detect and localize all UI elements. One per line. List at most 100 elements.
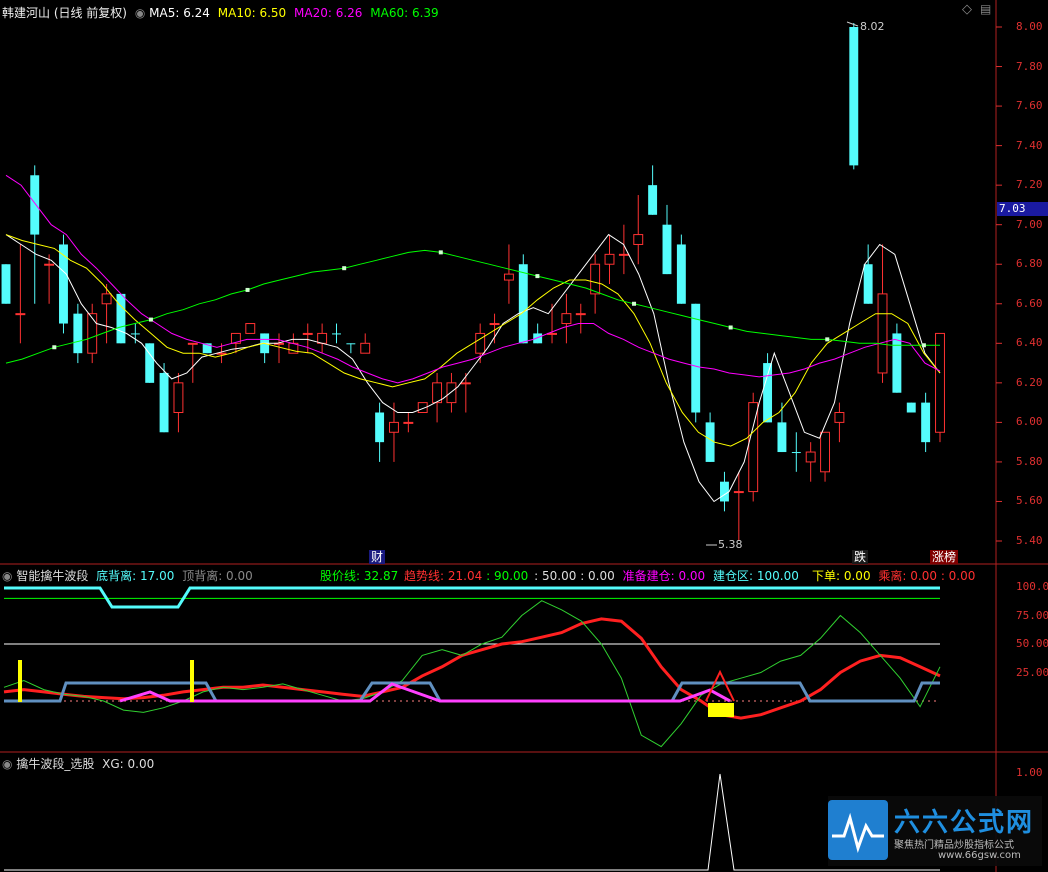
ma10-label: MA10: 6.50 (217, 6, 287, 20)
candle-body-up (446, 382, 457, 404)
candle-body-up (633, 234, 644, 245)
candle-body-down (791, 452, 801, 454)
v90-label: : 90.00 (486, 569, 529, 583)
candle-body-down (332, 333, 341, 335)
candle-body-up (216, 352, 227, 355)
panel3-toggle-icon[interactable]: ◉ (2, 757, 12, 771)
candle-body-down (676, 244, 686, 304)
p2-price-line (3, 600, 941, 748)
finance-badge[interactable]: 财 (369, 550, 386, 564)
candle-body-up (935, 332, 945, 433)
p2-order-block (708, 703, 734, 717)
candle-body-up (87, 313, 98, 354)
candle-body-down (863, 264, 873, 304)
ma60-marker (438, 250, 443, 255)
candle-body-down (906, 402, 916, 413)
current-price-box: 7.03 (997, 202, 1048, 216)
ma20-label: MA20: 6.26 (294, 6, 363, 20)
p2-trend-line (3, 617, 941, 720)
price-axis-tick: 6.60 (1016, 296, 1043, 310)
price-axis-tick: 7.00 (1016, 217, 1043, 231)
panel2-header: ◉ 智能擒牛波段 底背离: 17.00 顶背离: 0.00 (2, 567, 253, 584)
main-header: 韩建河山 (日线 前复权) ◉ MA5: 6.24 MA10: 6.50 MA2… (2, 4, 439, 21)
candle-body-up (360, 342, 371, 354)
candle-body-down (59, 244, 68, 324)
panel2-axis-tick: 100.0 (1016, 580, 1048, 593)
price-axis-tick: 6.40 (1016, 336, 1043, 350)
watermark-title: 六六公式网 (894, 808, 1035, 838)
menu-icon[interactable]: ▤ (980, 2, 991, 16)
xiadan-label: 下单: 0.00 (812, 569, 871, 583)
candle-body-down (921, 402, 931, 443)
diamond-icon[interactable]: ◇ (962, 2, 972, 17)
panel2-title[interactable]: 智能擒牛波段 (16, 569, 88, 583)
price-axis-tick: 6.80 (1016, 257, 1043, 271)
high-pointer (846, 21, 859, 27)
watermark-logo-icon (828, 800, 888, 860)
zhunbei-label: 准备建仓: 0.00 (622, 569, 706, 583)
candle-body-down (763, 363, 773, 423)
price-axis-tick: 7.20 (1016, 178, 1043, 192)
ma60-marker (342, 266, 347, 271)
panel3-axis-tick: 1.00 (1016, 766, 1043, 779)
candle-body-down (777, 422, 787, 453)
candle-body-up (101, 293, 112, 305)
xg-label: XG: 0.00 (102, 757, 155, 771)
candle-body-down (116, 293, 126, 344)
price-axis-tick: 7.60 (1016, 99, 1043, 113)
candle-body-up (173, 382, 184, 414)
panel2-axis-tick: 25.00 (1016, 665, 1048, 679)
candle-body-up (245, 323, 256, 334)
candle-body-up (733, 491, 744, 494)
price-axis-tick: 5.40 (1016, 534, 1043, 547)
candle-body-up (187, 342, 198, 345)
ma10-line (5, 234, 941, 447)
candle-body-up (403, 421, 414, 424)
panel2-values: 股价线: 32.87 趋势线: 21.04 : 90.00 : 50.00 : … (320, 567, 799, 584)
qushixian-label: 趋势线: 21.04 (404, 569, 483, 583)
jiancang-label: 建仓区: 100.00 (713, 569, 799, 583)
watermark-url: www.66gsw.com (938, 850, 1021, 861)
price-axis-tick: 6.20 (1016, 375, 1043, 389)
stock-title[interactable]: 韩建河山 (日线 前复权) (2, 6, 127, 20)
price-axis-tick: 8.00 (1016, 20, 1043, 33)
dibeili-label: 底背离: 17.00 (96, 569, 175, 583)
panel3-header: ◉ 擒牛波段_选股 XG: 0.00 (2, 755, 154, 772)
ma60-marker (632, 301, 637, 306)
candle-body-down (720, 481, 729, 502)
ma60-marker (728, 325, 733, 330)
candle-body-down (705, 422, 715, 462)
candle-body-up (15, 313, 26, 316)
drop-badge[interactable]: 跌 (852, 550, 869, 564)
price-axis-tick: 7.80 (1016, 59, 1043, 73)
candle-body-up (877, 293, 888, 374)
chengli-label: 乘离: 0.00 (878, 569, 937, 583)
candle-body-up (44, 263, 55, 266)
p2-signal-bar (18, 660, 22, 702)
candle-body-down (130, 333, 140, 335)
indicator-toggle-icon[interactable]: ◉ (135, 6, 145, 20)
panel3-title[interactable]: 擒牛波段_选股 (16, 757, 94, 771)
ma60-marker (825, 337, 830, 342)
candle-body-up (590, 263, 601, 295)
gujiaxian-label: 股价线: 32.87 (320, 569, 399, 583)
candle-body-up (805, 451, 816, 463)
ma60-marker (52, 345, 57, 350)
price-axis-tick: 7.40 (1016, 138, 1043, 152)
candle-body-up (460, 382, 471, 385)
candle-body-down (648, 185, 658, 215)
candle-body-down (1, 264, 11, 304)
candle-body-down (346, 343, 356, 345)
ma60-marker (535, 274, 540, 279)
p2-signal-bar (190, 660, 194, 702)
candle-body-down (662, 224, 672, 275)
low-price-label: 5.38 (718, 538, 743, 551)
candle-body-down (849, 27, 859, 166)
candle-body-down (892, 333, 902, 393)
watermark-subtitle: 聚焦热门精品炒股指标公式 (894, 840, 1014, 851)
panel2-toggle-icon[interactable]: ◉ (2, 569, 12, 583)
candle-body-up (503, 273, 514, 281)
limit-up-badge[interactable]: 涨榜 (930, 550, 959, 564)
candle-body-up (834, 412, 845, 423)
panel2-axis-tick: 50.00 (1016, 637, 1048, 650)
